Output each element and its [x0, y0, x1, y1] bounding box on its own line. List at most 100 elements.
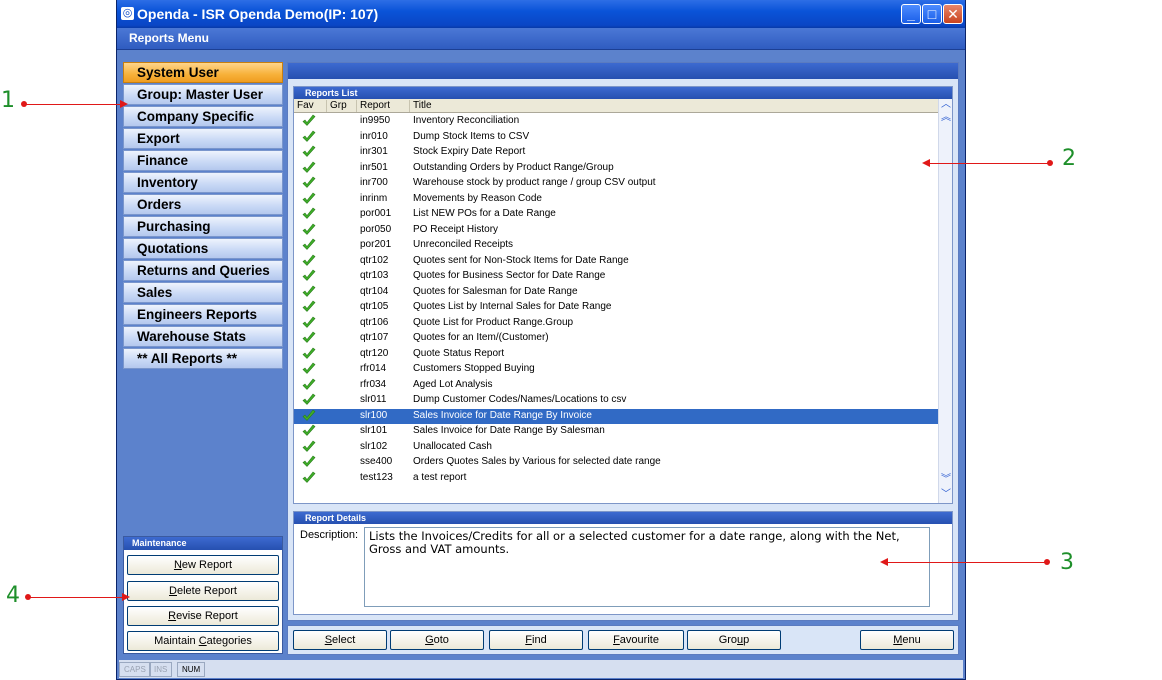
table-row[interactable]: qtr103 Quotes for Business Sector for Dat… — [294, 269, 938, 285]
menu-button[interactable]: Menu — [860, 630, 954, 650]
category-purchasing[interactable]: Purchasing — [123, 216, 283, 237]
callout-1-arrowhead-icon — [120, 100, 128, 108]
maintain-categories-button[interactable]: Maintain Categories — [127, 631, 279, 651]
table-row[interactable]: qtr104 Quotes for Salesman for Date Range — [294, 285, 938, 301]
favourite-check-icon — [302, 114, 316, 128]
action-button-bar: Select Goto Find Favourite Group Menu — [287, 625, 959, 655]
table-row[interactable]: inrinm Movements by Reason Code — [294, 192, 938, 208]
table-row[interactable]: rfr014 Customers Stopped Buying — [294, 362, 938, 378]
table-row[interactable]: por201 Unreconciled Receipts — [294, 238, 938, 254]
table-row[interactable]: por050 PO Receipt History — [294, 223, 938, 239]
reports-list: Reports List Fav Grp Report Title in9950… — [293, 86, 953, 504]
goto-button[interactable]: Goto — [390, 630, 484, 650]
scroll-down-icon[interactable]: ﹀ — [939, 490, 953, 500]
report-code: inr301 — [360, 146, 388, 157]
menu-title: Reports Menu — [117, 28, 965, 50]
report-title: Quotes sent for Non-Stock Items for Date… — [413, 254, 629, 266]
favourite-check-icon — [302, 238, 316, 252]
revise-report-button[interactable]: Revise Report — [127, 606, 279, 626]
report-title: Quotes for Salesman for Date Range — [413, 285, 578, 297]
report-code: qtr106 — [360, 316, 389, 328]
table-row[interactable]: rfr034 Aged Lot Analysis — [294, 378, 938, 394]
title-bar[interactable]: ◎ Openda - ISR Openda Demo(IP: 107) _ □ … — [117, 0, 965, 28]
delete-report-button[interactable]: Delete Report — [127, 581, 279, 601]
callout-2-arrowhead-icon — [922, 159, 930, 167]
report-title: Inventory Reconciliation — [413, 115, 520, 126]
table-row[interactable]: qtr107 Quotes for an Item/(Customer) — [294, 331, 938, 347]
report-code: qtr105 — [360, 301, 389, 312]
table-row[interactable]: qtr102 Quotes sent for Non-Stock Items fo… — [294, 254, 938, 270]
table-row[interactable]: qtr106 Quote List for Product Range.Group — [294, 316, 938, 332]
category-sales[interactable]: Sales — [123, 282, 283, 303]
app-icon: ◎ — [121, 7, 134, 20]
table-row[interactable]: slr011 Dump Customer Codes/Names/Location… — [294, 393, 938, 409]
num-indicator: NUM — [177, 662, 206, 677]
table-row[interactable]: test123 a test report — [294, 471, 938, 487]
status-bar: CAPS INS NUM — [119, 660, 963, 678]
table-row[interactable]: por001 List NEW POs for a Date Range — [294, 207, 938, 223]
maximize-icon: □ — [927, 6, 937, 22]
category-system-user[interactable]: System User — [123, 62, 283, 83]
openda-window: ◎ Openda - ISR Openda Demo(IP: 107) _ □ … — [116, 0, 966, 680]
favourite-check-icon — [302, 378, 316, 392]
report-title: Stock Expiry Date Report — [413, 146, 526, 157]
category-finance[interactable]: Finance — [123, 150, 283, 171]
report-code: rfr034 — [360, 378, 387, 390]
category-export[interactable]: Export — [123, 128, 283, 149]
category-engineers-reports[interactable]: Engineers Reports — [123, 304, 283, 325]
close-button[interactable]: ✕ — [943, 4, 963, 24]
table-row[interactable]: inr501 Outstanding Orders by Product Rang… — [294, 161, 938, 177]
table-row[interactable]: qtr105 Quotes List by Internal Sales for … — [294, 300, 938, 316]
col-title[interactable]: Title — [409, 100, 432, 112]
report-code: por050 — [360, 223, 392, 235]
reports-list-header: Reports List — [294, 87, 952, 99]
category-orders[interactable]: Orders — [123, 194, 283, 215]
report-code: por001 — [360, 208, 392, 219]
category-group-master-user[interactable]: Group: Master User — [123, 84, 283, 105]
table-row[interactable]: slr100 Sales Invoice for Date Range By In… — [294, 408, 938, 424]
scroll-up-icon[interactable]: ︿ — [939, 100, 953, 110]
favourite-check-icon — [302, 130, 316, 144]
report-code: inr700 — [360, 177, 388, 188]
category-all-reports[interactable]: ** All Reports ** — [123, 348, 283, 369]
report-code: in9950 — [360, 115, 391, 126]
table-row[interactable]: qtr120 Quote Status Report — [294, 347, 938, 363]
report-code: slr100 — [360, 409, 388, 421]
table-row[interactable]: inr301 Stock Expiry Date Report — [294, 145, 938, 161]
category-returns-and-queries[interactable]: Returns and Queries — [123, 260, 283, 281]
favourite-check-icon — [302, 300, 316, 314]
table-row[interactable]: sse400 Orders Quotes Sales by Various for… — [294, 455, 938, 471]
report-title: Orders Quotes Sales by Various for selec… — [413, 456, 661, 467]
report-title: Warehouse stock by product range / group… — [413, 177, 656, 188]
scroll-page-up-icon[interactable]: ︽ — [939, 113, 953, 123]
category-inventory[interactable]: Inventory — [123, 172, 283, 193]
report-code: qtr103 — [360, 270, 389, 281]
category-company-specific[interactable]: Company Specific — [123, 106, 283, 127]
find-button[interactable]: Find — [489, 630, 583, 650]
category-warehouse-stats[interactable]: Warehouse Stats — [123, 326, 283, 347]
favourite-button[interactable]: Favourite — [588, 630, 684, 650]
minimize-button[interactable]: _ — [901, 4, 921, 24]
table-row[interactable]: slr102 Unallocated Cash — [294, 440, 938, 456]
report-title: Dump Stock Items to CSV — [413, 130, 530, 142]
favourite-check-icon — [302, 471, 316, 485]
select-button[interactable]: Select — [293, 630, 387, 650]
column-headers: Fav Grp Report Title — [294, 99, 938, 113]
callout-3: 3 — [1060, 550, 1074, 575]
favourite-check-icon — [302, 207, 316, 221]
table-row[interactable]: inr700 Warehouse stock by product range /… — [294, 176, 938, 192]
report-title: Movements by Reason Code — [413, 192, 542, 204]
table-row[interactable]: inr010 Dump Stock Items to CSV — [294, 130, 938, 146]
scroll-page-down-icon[interactable]: ︾ — [939, 475, 953, 485]
maximize-button[interactable]: □ — [922, 4, 942, 24]
col-grp[interactable]: Grp — [326, 100, 347, 112]
table-row[interactable]: slr101 Sales Invoice for Date Range By Sa… — [294, 424, 938, 440]
col-fav[interactable]: Fav — [294, 100, 314, 112]
new-report-button[interactable]: New Report — [127, 555, 279, 575]
vertical-scrollbar[interactable]: ︿ ︽ ︾ ﹀ — [938, 99, 952, 503]
report-code: test123 — [360, 471, 393, 483]
col-report[interactable]: Report — [356, 100, 390, 112]
category-quotations[interactable]: Quotations — [123, 238, 283, 259]
group-button[interactable]: Group — [687, 630, 781, 650]
table-row[interactable]: in9950 Inventory Reconciliation — [294, 114, 938, 130]
